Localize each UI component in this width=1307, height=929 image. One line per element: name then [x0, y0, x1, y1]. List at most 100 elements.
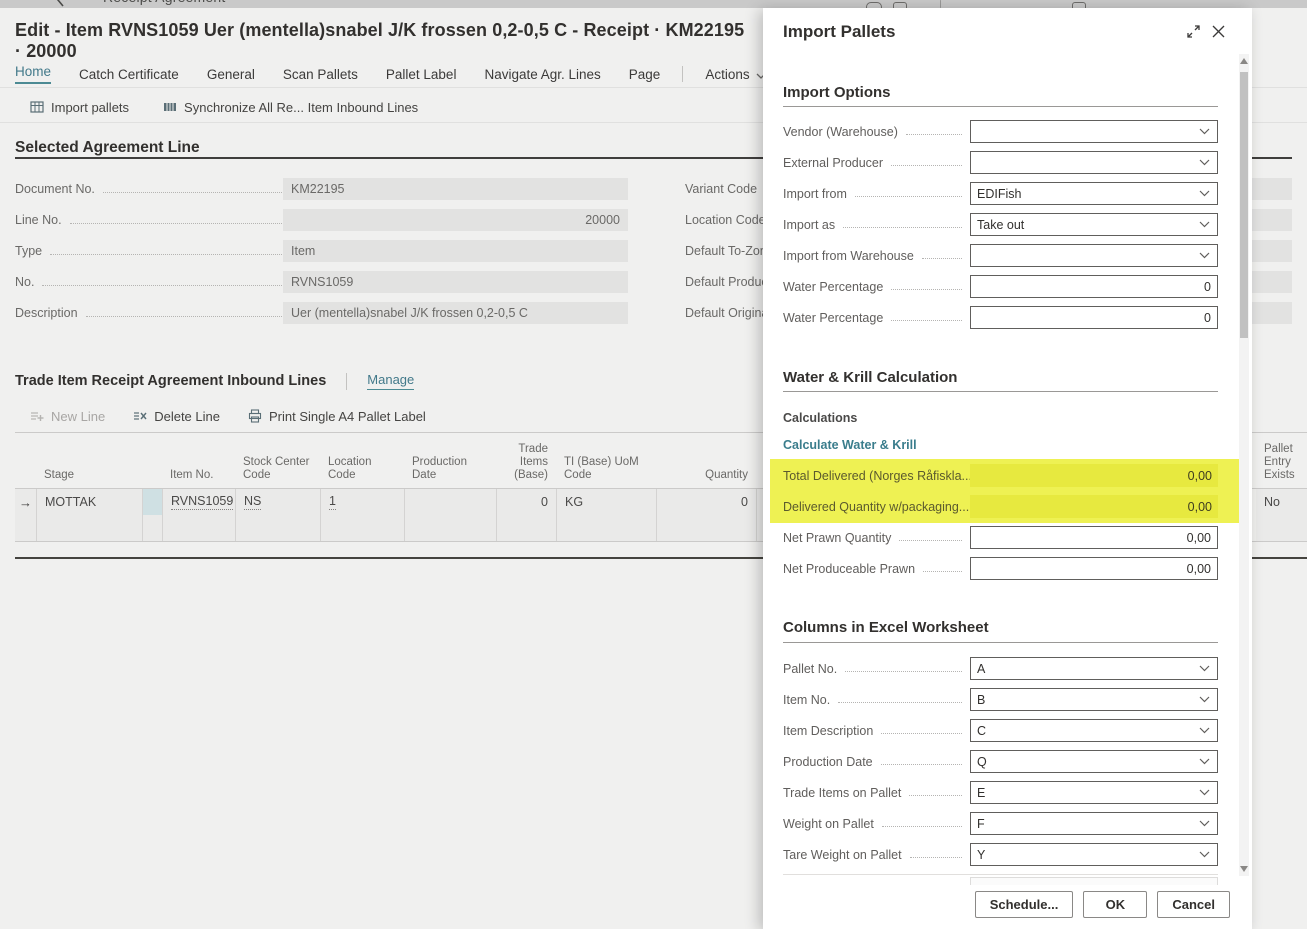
- tab-catch-certificate[interactable]: Catch Certificate: [79, 67, 179, 82]
- empty-cell[interactable]: [36, 515, 142, 541]
- dialog-row-item-description: Item Description C: [783, 719, 1218, 742]
- chevron-down-icon: [1199, 221, 1211, 228]
- field-row-line-no: Line No. 20000: [15, 209, 628, 231]
- col-header-ti-uom[interactable]: TI (Base) UoM Code: [556, 446, 656, 488]
- external-producer-select[interactable]: [970, 151, 1218, 174]
- tab-actions[interactable]: Actions: [705, 67, 765, 82]
- tab-scan-pallets[interactable]: Scan Pallets: [283, 67, 358, 82]
- description-field[interactable]: Uer (mentella)snabel J/K frossen 0,2-0,5…: [283, 302, 628, 324]
- trade-items-column-select[interactable]: E: [970, 781, 1218, 804]
- breadcrumb[interactable]: Receipt Agreement: [103, 0, 225, 5]
- empty-cell[interactable]: [556, 515, 656, 541]
- net-prawn-quantity-input[interactable]: 0,00: [970, 526, 1218, 549]
- cell-quantity[interactable]: 0: [656, 489, 756, 515]
- cell-indicator[interactable]: [142, 489, 162, 515]
- production-date-column-select[interactable]: Q: [970, 750, 1218, 773]
- tare-weight-column-select[interactable]: Y: [970, 843, 1218, 866]
- print-icon: [248, 409, 262, 423]
- manage-link[interactable]: Manage: [367, 372, 414, 390]
- dialog-row-total-delivered: Total Delivered (Norges Råfiskla... 0,00: [783, 464, 1218, 487]
- col-header-item-no[interactable]: Item No.: [162, 446, 235, 488]
- new-line-icon: [30, 409, 44, 423]
- expand-dialog-icon[interactable]: [1186, 24, 1201, 39]
- empty-cell[interactable]: [1256, 515, 1307, 541]
- tab-home[interactable]: Home: [15, 64, 51, 84]
- col-header-location-code[interactable]: Location Code: [320, 446, 404, 488]
- header-divider: [940, 0, 941, 8]
- grid-toolbar: New Line Delete Line Print Single A4 Pal…: [30, 406, 426, 426]
- row-marker[interactable]: [15, 515, 36, 541]
- ok-button[interactable]: OK: [1083, 891, 1147, 918]
- line-no-field[interactable]: 20000: [283, 209, 628, 231]
- empty-cell[interactable]: [142, 515, 162, 541]
- inbound-section-header: Trade Item Receipt Agreement Inbound Lin…: [15, 372, 414, 390]
- cell-location-code[interactable]: 1: [320, 489, 404, 515]
- chevron-down-icon: [1199, 727, 1211, 734]
- type-field[interactable]: Item: [283, 240, 628, 262]
- import-from-select[interactable]: EDIFish: [970, 182, 1218, 205]
- col-header-stage[interactable]: Stage: [36, 446, 142, 488]
- chevron-down-icon: [1199, 252, 1211, 259]
- scroll-up-icon[interactable]: [1240, 58, 1248, 64]
- dialog-scrollbar[interactable]: [1239, 54, 1249, 876]
- vendor-warehouse-select[interactable]: [970, 120, 1218, 143]
- field-label: Description: [15, 306, 78, 320]
- header-divider: [346, 373, 347, 390]
- import-pallets-button[interactable]: Import pallets: [30, 100, 129, 115]
- clipped-next-field: [970, 877, 1218, 885]
- cell-ti-uom[interactable]: KG: [556, 489, 656, 515]
- dialog-row-import-from: Import from EDIFish: [783, 182, 1218, 205]
- delete-line-button[interactable]: Delete Line: [133, 409, 220, 424]
- cell-stage[interactable]: MOTTAK: [36, 489, 142, 515]
- calculate-water-krill-link[interactable]: Calculate Water & Krill: [783, 438, 917, 452]
- pallet-no-column-select[interactable]: A: [970, 657, 1218, 680]
- section-rule: [783, 642, 1218, 643]
- cell-pallet-entry-exists[interactable]: No: [1256, 489, 1307, 515]
- cell-item-no[interactable]: RVNS1059: [162, 489, 235, 515]
- field-row-type: Type Item: [15, 240, 628, 262]
- col-header-trade-items[interactable]: Trade Items (Base): [496, 446, 556, 488]
- dialog-row-tare-weight-on-pallet: Tare Weight on Pallet Y: [783, 843, 1218, 866]
- empty-cell[interactable]: [162, 515, 235, 541]
- empty-cell[interactable]: [320, 515, 404, 541]
- col-header-stock-center[interactable]: Stock Center Code: [235, 446, 320, 488]
- empty-cell[interactable]: [235, 515, 320, 541]
- delivered-quantity-field[interactable]: 0,00: [970, 495, 1218, 518]
- import-from-warehouse-select[interactable]: [970, 244, 1218, 267]
- total-delivered-field[interactable]: 0,00: [970, 464, 1218, 487]
- schedule-button[interactable]: Schedule...: [975, 891, 1074, 918]
- empty-cell[interactable]: [404, 515, 496, 541]
- cancel-button[interactable]: Cancel: [1157, 891, 1230, 918]
- col-header-quantity[interactable]: Quantity: [690, 446, 756, 488]
- empty-cell[interactable]: [496, 515, 556, 541]
- print-pallet-label-button[interactable]: Print Single A4 Pallet Label: [248, 409, 426, 424]
- top-nav-strip: Receipt Agreement: [0, 0, 1307, 8]
- item-no-column-select[interactable]: B: [970, 688, 1218, 711]
- scrollbar-thumb[interactable]: [1240, 72, 1248, 338]
- col-header-production-date[interactable]: Production Date: [404, 446, 496, 488]
- net-produceable-prawn-input[interactable]: 0,00: [970, 557, 1218, 580]
- cell-stock-center[interactable]: NS: [235, 489, 320, 515]
- page-title: Edit - Item RVNS1059 Uer (mentella)snabe…: [15, 20, 755, 62]
- tab-navigate-agr-lines[interactable]: Navigate Agr. Lines: [484, 67, 600, 82]
- document-no-field[interactable]: KM22195: [283, 178, 628, 200]
- water-percentage-input[interactable]: 0: [970, 275, 1218, 298]
- item-description-column-select[interactable]: C: [970, 719, 1218, 742]
- cell-production-date[interactable]: [404, 489, 496, 515]
- weight-column-select[interactable]: F: [970, 812, 1218, 835]
- synchronize-button[interactable]: Synchronize All Re... Item Inbound Lines: [163, 100, 418, 115]
- new-line-button[interactable]: New Line: [30, 409, 105, 424]
- cell-trade-items[interactable]: 0: [496, 489, 556, 515]
- close-dialog-icon[interactable]: [1211, 24, 1226, 39]
- tab-pallet-label[interactable]: Pallet Label: [386, 67, 457, 82]
- tab-general[interactable]: General: [207, 67, 255, 82]
- import-as-select[interactable]: Take out: [970, 213, 1218, 236]
- scroll-down-icon[interactable]: [1240, 866, 1248, 872]
- tab-page[interactable]: Page: [629, 67, 661, 82]
- col-header-pallet-entry-exists[interactable]: Pallet Entry Exists: [1256, 440, 1306, 488]
- empty-cell[interactable]: [656, 515, 756, 541]
- back-chevron-icon[interactable]: [55, 0, 65, 8]
- no-field[interactable]: RVNS1059: [283, 271, 628, 293]
- water-percentage-input-2[interactable]: 0: [970, 306, 1218, 329]
- row-marker[interactable]: →: [15, 489, 36, 515]
